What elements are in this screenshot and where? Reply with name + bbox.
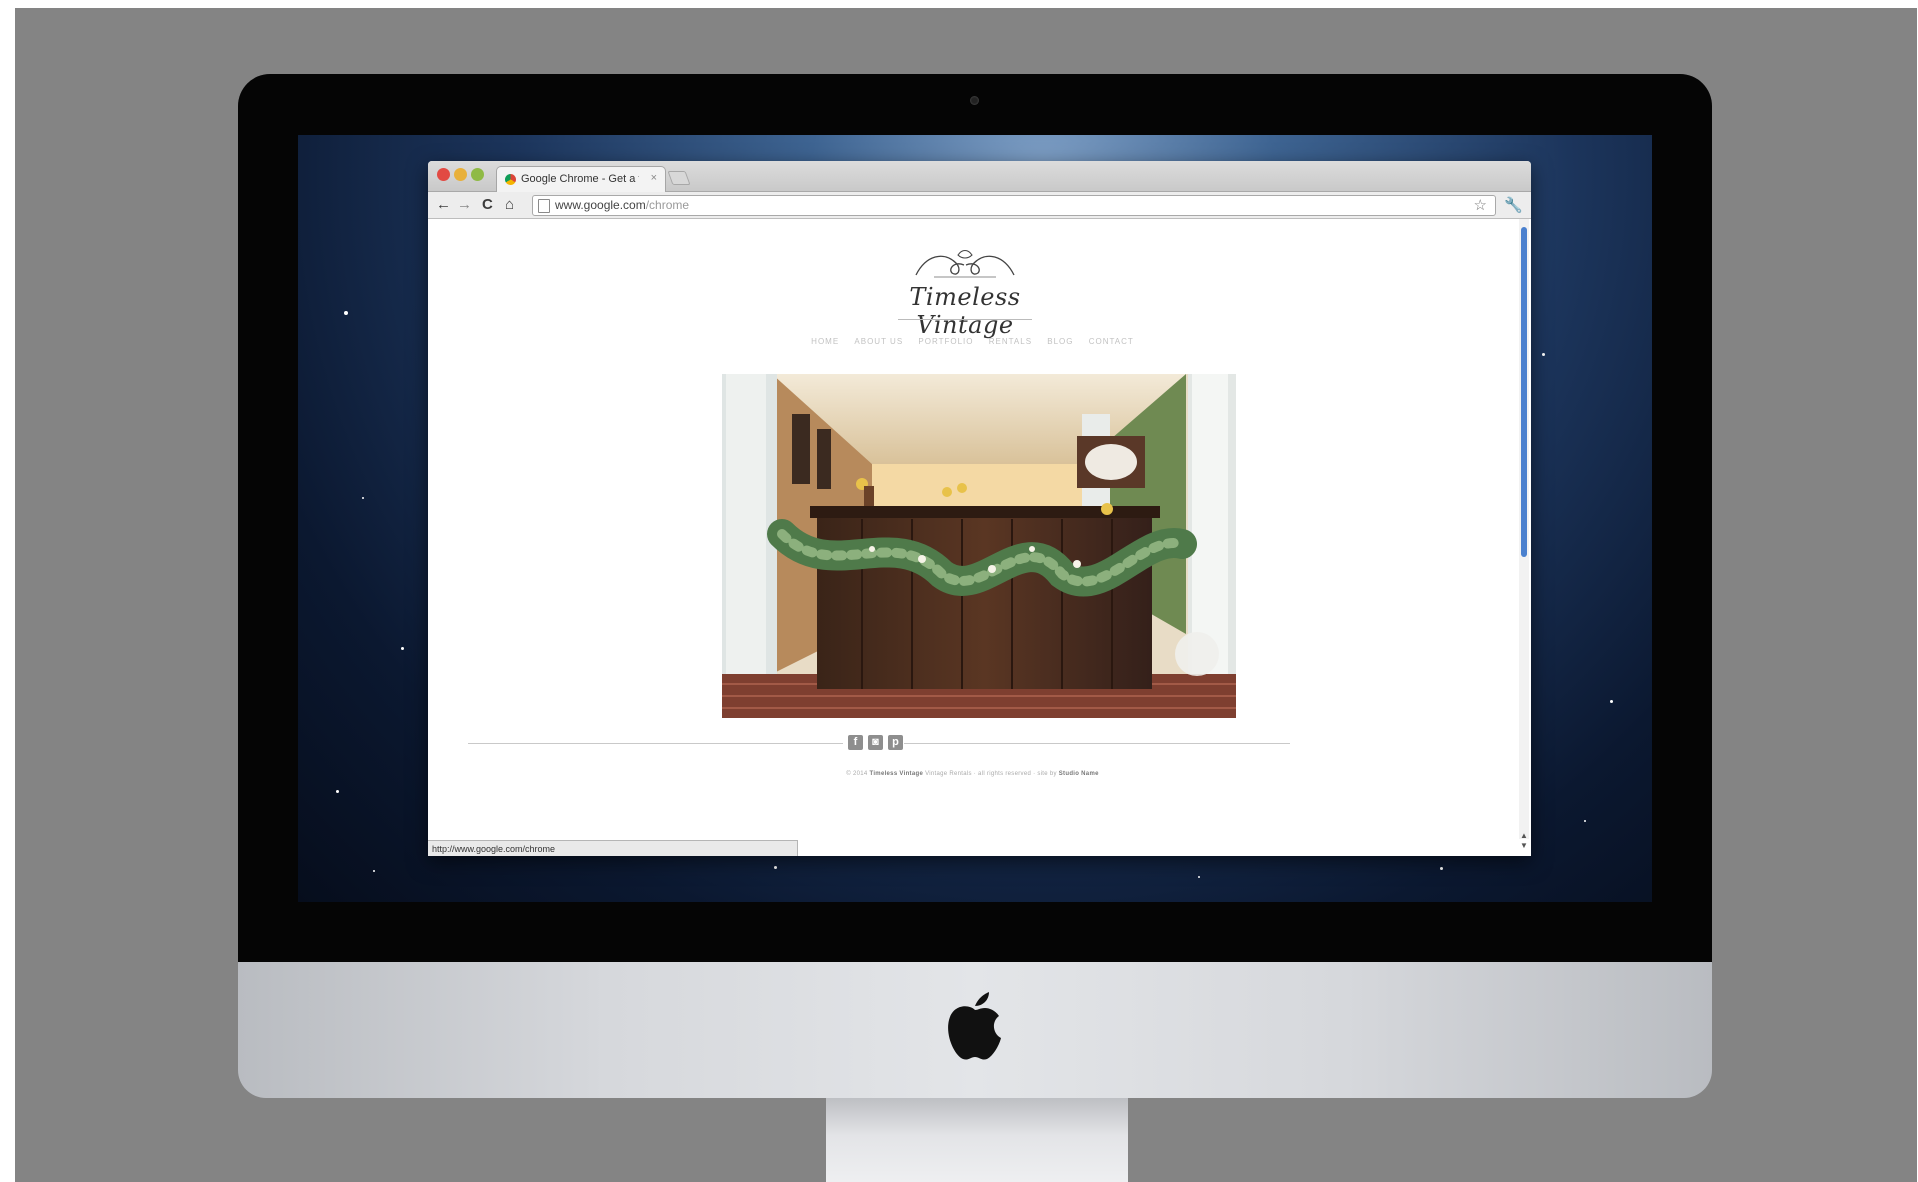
- url-text: www.google.com/chrome: [555, 198, 689, 212]
- forward-button[interactable]: →: [457, 195, 472, 215]
- footer-divider-left: [468, 743, 843, 744]
- nav-item-blog[interactable]: BLOG: [1047, 337, 1073, 346]
- scroll-down-icon[interactable]: ▼: [1520, 841, 1528, 850]
- copyright-prefix: © 2014: [846, 771, 868, 777]
- site-nav: HOME ABOUT US PORTFOLIO RENTALS BLOG CON…: [428, 337, 1517, 346]
- scroll-up-icon[interactable]: ▲: [1520, 831, 1528, 840]
- back-button[interactable]: ←: [436, 195, 451, 215]
- footer-divider-right: [904, 743, 1290, 744]
- tab-title: Google Chrome - Get a fast...: [521, 173, 639, 185]
- star-dot: [1584, 820, 1586, 822]
- instagram-icon[interactable]: ◙: [868, 735, 883, 750]
- browser-toolbar: ← → C ⌂ www.google.com/chrome ☆ 🔧: [428, 192, 1531, 219]
- copyright-text: © 2014 Timeless Vintage Vintage Rentals …: [428, 771, 1517, 777]
- logo-text: Timeless Vintage: [909, 283, 1021, 339]
- camera-icon: [970, 96, 979, 105]
- star-dot: [1198, 876, 1200, 878]
- star-dot: [1610, 700, 1613, 703]
- star-dot: [336, 790, 339, 793]
- home-button[interactable]: ⌂: [505, 195, 514, 215]
- star-dot: [362, 497, 364, 499]
- logo-flourish-icon: [915, 249, 1015, 278]
- star-dot: [401, 647, 404, 650]
- page-content: Timeless Vintage HOME ABOUT US PORTFOLIO…: [428, 219, 1517, 856]
- nav-item-portfolio[interactable]: PORTFOLIO: [918, 337, 973, 346]
- copyright-middle: Vintage Rentals · all rights reserved · …: [925, 771, 1057, 777]
- minimize-window-button[interactable]: [454, 168, 467, 181]
- status-bar: http://www.google.com/chrome: [428, 840, 798, 856]
- logo-underline: [898, 319, 1032, 320]
- bookmark-star-icon[interactable]: ☆: [1474, 196, 1487, 214]
- star-dot: [774, 866, 777, 869]
- browser-tab[interactable]: Google Chrome - Get a fast... ×: [496, 166, 666, 192]
- page-icon: [538, 199, 550, 213]
- close-window-button[interactable]: [437, 168, 450, 181]
- url-path: /chrome: [645, 198, 690, 212]
- star-dot: [1440, 867, 1443, 870]
- nav-item-rentals[interactable]: RENTALS: [989, 337, 1032, 346]
- apple-logo-icon: [948, 992, 1001, 1060]
- copyright-brand[interactable]: Timeless Vintage: [869, 771, 923, 777]
- star-dot: [344, 311, 348, 315]
- chrome-icon: [505, 174, 516, 185]
- copyright-credit[interactable]: Studio Name: [1059, 771, 1099, 777]
- tab-close-icon[interactable]: ×: [651, 172, 657, 184]
- star-dot: [373, 870, 375, 872]
- star-dot: [1542, 353, 1545, 356]
- tab-strip: Google Chrome - Get a fast... ×: [428, 161, 1531, 192]
- new-tab-button[interactable]: [667, 171, 691, 185]
- nav-item-contact[interactable]: CONTACT: [1089, 337, 1134, 346]
- reload-button[interactable]: C: [482, 195, 493, 215]
- hero-photo: [722, 374, 1236, 718]
- zoom-window-button[interactable]: [471, 168, 484, 181]
- facebook-icon[interactable]: f: [848, 735, 863, 750]
- scroll-thumb[interactable]: [1521, 227, 1527, 557]
- vertical-scrollbar[interactable]: [1519, 219, 1529, 839]
- wrench-menu-icon[interactable]: 🔧: [1504, 196, 1523, 214]
- imac-stand: [826, 1098, 1128, 1182]
- address-bar[interactable]: www.google.com/chrome ☆: [532, 195, 1496, 216]
- browser-window: Google Chrome - Get a fast... × ← → C ⌂ …: [428, 161, 1531, 856]
- pinterest-icon[interactable]: p: [888, 735, 903, 750]
- nav-item-home[interactable]: HOME: [811, 337, 839, 346]
- nav-item-about[interactable]: ABOUT US: [854, 337, 903, 346]
- url-host: www.google.com: [555, 198, 646, 212]
- site-logo[interactable]: Timeless Vintage: [876, 247, 1054, 339]
